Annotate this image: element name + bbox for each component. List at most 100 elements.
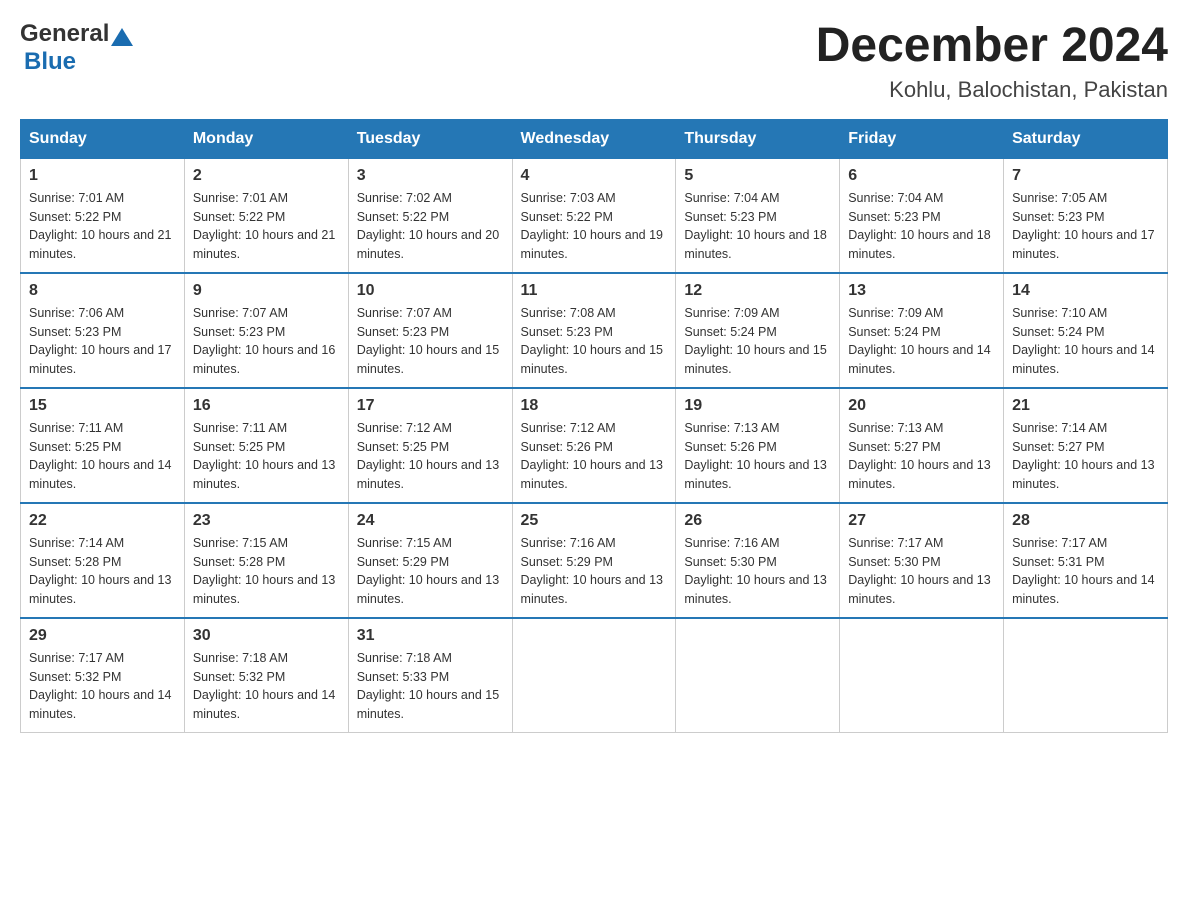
calendar-cell [676,618,840,733]
calendar-cell: 11 Sunrise: 7:08 AM Sunset: 5:23 PM Dayl… [512,273,676,388]
day-info: Sunrise: 7:18 AM Sunset: 5:33 PM Dayligh… [357,649,504,724]
day-number: 11 [521,282,668,300]
day-number: 1 [29,167,176,185]
calendar-cell: 15 Sunrise: 7:11 AM Sunset: 5:25 PM Dayl… [21,388,185,503]
day-number: 29 [29,627,176,645]
day-info: Sunrise: 7:13 AM Sunset: 5:27 PM Dayligh… [848,419,995,494]
calendar-body: 1 Sunrise: 7:01 AM Sunset: 5:22 PM Dayli… [21,158,1168,732]
day-info: Sunrise: 7:05 AM Sunset: 5:23 PM Dayligh… [1012,189,1159,264]
day-number: 6 [848,167,995,185]
logo-text-blue: Blue [24,48,76,76]
day-number: 28 [1012,512,1159,530]
calendar-cell: 20 Sunrise: 7:13 AM Sunset: 5:27 PM Dayl… [840,388,1004,503]
day-info: Sunrise: 7:11 AM Sunset: 5:25 PM Dayligh… [193,419,340,494]
day-number: 2 [193,167,340,185]
calendar-header: SundayMondayTuesdayWednesdayThursdayFrid… [21,119,1168,158]
day-number: 12 [684,282,831,300]
day-info: Sunrise: 7:07 AM Sunset: 5:23 PM Dayligh… [193,304,340,379]
calendar-cell: 5 Sunrise: 7:04 AM Sunset: 5:23 PM Dayli… [676,158,840,273]
calendar-cell: 28 Sunrise: 7:17 AM Sunset: 5:31 PM Dayl… [1004,503,1168,618]
week-row-5: 29 Sunrise: 7:17 AM Sunset: 5:32 PM Dayl… [21,618,1168,733]
day-info: Sunrise: 7:03 AM Sunset: 5:22 PM Dayligh… [521,189,668,264]
calendar-cell: 26 Sunrise: 7:16 AM Sunset: 5:30 PM Dayl… [676,503,840,618]
day-info: Sunrise: 7:08 AM Sunset: 5:23 PM Dayligh… [521,304,668,379]
weekday-wednesday: Wednesday [512,119,676,158]
day-info: Sunrise: 7:12 AM Sunset: 5:25 PM Dayligh… [357,419,504,494]
day-number: 22 [29,512,176,530]
weekday-friday: Friday [840,119,1004,158]
calendar-cell: 7 Sunrise: 7:05 AM Sunset: 5:23 PM Dayli… [1004,158,1168,273]
day-number: 5 [684,167,831,185]
weekday-tuesday: Tuesday [348,119,512,158]
day-number: 23 [193,512,340,530]
day-info: Sunrise: 7:12 AM Sunset: 5:26 PM Dayligh… [521,419,668,494]
day-info: Sunrise: 7:04 AM Sunset: 5:23 PM Dayligh… [684,189,831,264]
calendar-cell: 27 Sunrise: 7:17 AM Sunset: 5:30 PM Dayl… [840,503,1004,618]
week-row-3: 15 Sunrise: 7:11 AM Sunset: 5:25 PM Dayl… [21,388,1168,503]
day-number: 17 [357,397,504,415]
calendar-cell [1004,618,1168,733]
calendar-title-area: December 2024 Kohlu, Balochistan, Pakist… [816,20,1168,103]
day-info: Sunrise: 7:09 AM Sunset: 5:24 PM Dayligh… [684,304,831,379]
logo-text-general: General [20,20,109,48]
calendar-cell [840,618,1004,733]
day-number: 24 [357,512,504,530]
calendar-cell: 22 Sunrise: 7:14 AM Sunset: 5:28 PM Dayl… [21,503,185,618]
day-number: 3 [357,167,504,185]
day-info: Sunrise: 7:17 AM Sunset: 5:30 PM Dayligh… [848,534,995,609]
calendar-cell: 17 Sunrise: 7:12 AM Sunset: 5:25 PM Dayl… [348,388,512,503]
day-number: 15 [29,397,176,415]
day-number: 4 [521,167,668,185]
week-row-4: 22 Sunrise: 7:14 AM Sunset: 5:28 PM Dayl… [21,503,1168,618]
day-info: Sunrise: 7:16 AM Sunset: 5:30 PM Dayligh… [684,534,831,609]
calendar-cell: 9 Sunrise: 7:07 AM Sunset: 5:23 PM Dayli… [184,273,348,388]
day-info: Sunrise: 7:07 AM Sunset: 5:23 PM Dayligh… [357,304,504,379]
day-info: Sunrise: 7:06 AM Sunset: 5:23 PM Dayligh… [29,304,176,379]
day-number: 14 [1012,282,1159,300]
day-info: Sunrise: 7:11 AM Sunset: 5:25 PM Dayligh… [29,419,176,494]
calendar-subtitle: Kohlu, Balochistan, Pakistan [816,77,1168,103]
calendar-cell [512,618,676,733]
day-number: 8 [29,282,176,300]
calendar-cell: 25 Sunrise: 7:16 AM Sunset: 5:29 PM Dayl… [512,503,676,618]
weekday-monday: Monday [184,119,348,158]
weekday-thursday: Thursday [676,119,840,158]
day-info: Sunrise: 7:04 AM Sunset: 5:23 PM Dayligh… [848,189,995,264]
calendar-cell: 3 Sunrise: 7:02 AM Sunset: 5:22 PM Dayli… [348,158,512,273]
calendar-cell: 31 Sunrise: 7:18 AM Sunset: 5:33 PM Dayl… [348,618,512,733]
day-info: Sunrise: 7:14 AM Sunset: 5:28 PM Dayligh… [29,534,176,609]
calendar-cell: 14 Sunrise: 7:10 AM Sunset: 5:24 PM Dayl… [1004,273,1168,388]
day-number: 27 [848,512,995,530]
week-row-2: 8 Sunrise: 7:06 AM Sunset: 5:23 PM Dayli… [21,273,1168,388]
calendar-cell: 2 Sunrise: 7:01 AM Sunset: 5:22 PM Dayli… [184,158,348,273]
day-number: 9 [193,282,340,300]
day-number: 21 [1012,397,1159,415]
day-number: 20 [848,397,995,415]
calendar-cell: 16 Sunrise: 7:11 AM Sunset: 5:25 PM Dayl… [184,388,348,503]
calendar-cell: 4 Sunrise: 7:03 AM Sunset: 5:22 PM Dayli… [512,158,676,273]
day-number: 31 [357,627,504,645]
calendar-table: SundayMondayTuesdayWednesdayThursdayFrid… [20,119,1168,733]
day-info: Sunrise: 7:17 AM Sunset: 5:32 PM Dayligh… [29,649,176,724]
page-header: General Blue December 2024 Kohlu, Baloch… [20,20,1168,103]
calendar-cell: 29 Sunrise: 7:17 AM Sunset: 5:32 PM Dayl… [21,618,185,733]
day-number: 19 [684,397,831,415]
day-info: Sunrise: 7:09 AM Sunset: 5:24 PM Dayligh… [848,304,995,379]
day-info: Sunrise: 7:01 AM Sunset: 5:22 PM Dayligh… [29,189,176,264]
day-number: 13 [848,282,995,300]
logo-triangle-icon [111,24,133,46]
weekday-saturday: Saturday [1004,119,1168,158]
day-number: 10 [357,282,504,300]
day-info: Sunrise: 7:17 AM Sunset: 5:31 PM Dayligh… [1012,534,1159,609]
day-info: Sunrise: 7:18 AM Sunset: 5:32 PM Dayligh… [193,649,340,724]
calendar-cell: 18 Sunrise: 7:12 AM Sunset: 5:26 PM Dayl… [512,388,676,503]
day-number: 26 [684,512,831,530]
weekday-sunday: Sunday [21,119,185,158]
calendar-cell: 8 Sunrise: 7:06 AM Sunset: 5:23 PM Dayli… [21,273,185,388]
day-number: 30 [193,627,340,645]
calendar-title: December 2024 [816,20,1168,73]
weekday-row: SundayMondayTuesdayWednesdayThursdayFrid… [21,119,1168,158]
calendar-cell: 19 Sunrise: 7:13 AM Sunset: 5:26 PM Dayl… [676,388,840,503]
day-number: 7 [1012,167,1159,185]
week-row-1: 1 Sunrise: 7:01 AM Sunset: 5:22 PM Dayli… [21,158,1168,273]
